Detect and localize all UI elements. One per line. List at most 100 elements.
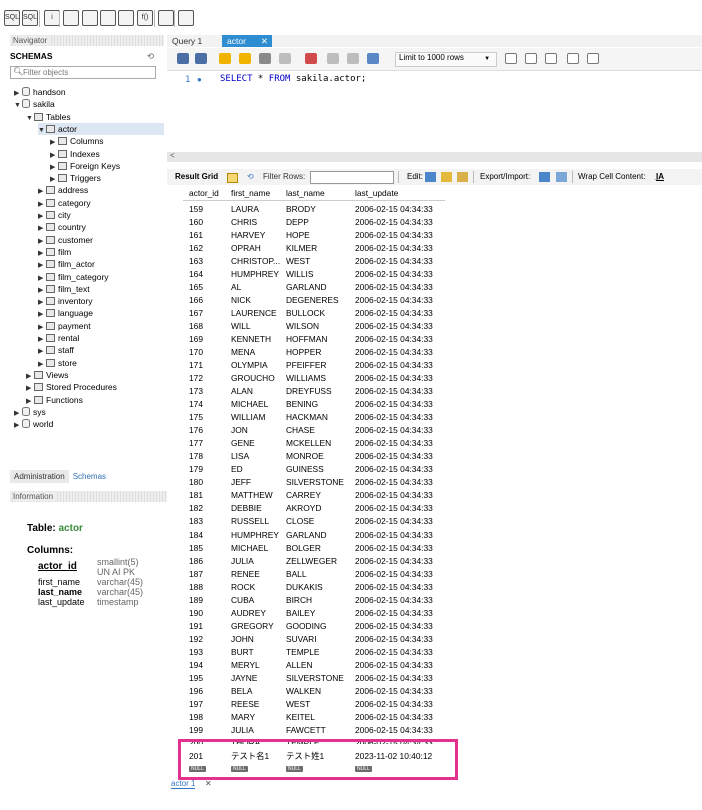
grid-cell[interactable]: 2006-02-15 04:34:33 bbox=[355, 555, 445, 568]
table-row[interactable]: 167 LAURENCE BULLOCK 2006-02-15 04:34:33 bbox=[183, 307, 445, 320]
table-row[interactable]: 193 BURT TEMPLE 2006-02-15 04:34:33 bbox=[183, 646, 445, 659]
grid-cell[interactable]: CARREY bbox=[286, 489, 352, 502]
grid-cell[interactable]: 2006-02-15 04:34:33 bbox=[355, 476, 445, 489]
grid-cell[interactable]: 183 bbox=[189, 515, 229, 528]
new-sql-tab-icon[interactable]: SQL bbox=[4, 10, 20, 26]
grid-cell[interactable]: 166 bbox=[189, 294, 229, 307]
grid-cell[interactable]: OLYMPIA bbox=[231, 359, 283, 372]
table-row[interactable]: 196 BELA WALKEN 2006-02-15 04:34:33 bbox=[183, 685, 445, 698]
grid-cell[interactable]: 193 bbox=[189, 646, 229, 659]
sql-editor[interactable]: 1 ● SELECT * FROM sakila.actor; bbox=[167, 71, 702, 154]
grid-cell[interactable]: 169 bbox=[189, 333, 229, 346]
table-row[interactable]: 195 JAYNE SILVERSTONE 2006-02-15 04:34:33 bbox=[183, 672, 445, 685]
tree-item-actor[interactable]: ▼ actor bbox=[38, 122, 164, 137]
table-row[interactable]: 163 CHRISTOP... WEST 2006-02-15 04:34:33 bbox=[183, 255, 445, 268]
grid-cell[interactable]: 2006-02-15 04:34:33 bbox=[355, 307, 445, 320]
reconnect-icon[interactable] bbox=[178, 10, 194, 26]
table-row[interactable]: 174 MICHAEL BENING 2006-02-15 04:34:33 bbox=[183, 398, 445, 411]
tab-query-1[interactable]: Query 1 bbox=[167, 35, 208, 47]
grid-cell[interactable]: 2006-02-15 04:34:33 bbox=[355, 568, 445, 581]
grid-cell[interactable]: 2006-02-15 04:34:33 bbox=[355, 372, 445, 385]
grid-cell[interactable]: 2006-02-15 04:34:33 bbox=[355, 333, 445, 346]
table-row[interactable]: 176 JON CHASE 2006-02-15 04:34:33 bbox=[183, 424, 445, 437]
wrap-icon[interactable] bbox=[587, 53, 599, 64]
grid-cell[interactable]: CUBA bbox=[231, 594, 283, 607]
table-row[interactable]: 189 CUBA BIRCH 2006-02-15 04:34:33 bbox=[183, 594, 445, 607]
create-function-icon[interactable]: f() bbox=[137, 10, 153, 26]
grid-cell[interactable]: CHRIS bbox=[231, 216, 283, 229]
info-icon[interactable]: i bbox=[44, 10, 60, 26]
grid-cell[interactable]: 2006-02-15 04:34:33 bbox=[355, 502, 445, 515]
tree-item-foreign-keys[interactable]: ▶ Foreign Keys bbox=[50, 160, 120, 172]
grid-cell[interactable]: BENING bbox=[286, 398, 352, 411]
table-row[interactable]: 186 JULIA ZELLWEGER 2006-02-15 04:34:33 bbox=[183, 555, 445, 568]
grid-cell[interactable]: WALKEN bbox=[286, 685, 352, 698]
column-header-last-name[interactable]: last_name bbox=[286, 187, 352, 200]
grid-cell[interactable]: BAILEY bbox=[286, 607, 352, 620]
grid-cell[interactable]: 2006-02-15 04:34:33 bbox=[355, 281, 445, 294]
grid-cell[interactable]: 196 bbox=[189, 685, 229, 698]
grid-cell[interactable]: 174 bbox=[189, 398, 229, 411]
grid-cell[interactable]: 2006-02-15 04:34:33 bbox=[355, 385, 445, 398]
grid-cell[interactable]: MARY bbox=[231, 711, 283, 724]
grid-cell[interactable]: 164 bbox=[189, 268, 229, 281]
grid-icon[interactable] bbox=[227, 173, 238, 183]
tree-item-film[interactable]: ▶ film bbox=[38, 246, 71, 258]
grid-cell[interactable]: WEST bbox=[286, 698, 352, 711]
toggle-output-icon[interactable] bbox=[305, 53, 317, 64]
grid-cell[interactable]: 2006-02-15 04:34:33 bbox=[355, 203, 445, 216]
table-row[interactable]: 198 MARY KEITEL 2006-02-15 04:34:33 bbox=[183, 711, 445, 724]
grid-cell[interactable]: 181 bbox=[189, 489, 229, 502]
grid-cell[interactable]: 2006-02-15 04:34:33 bbox=[355, 294, 445, 307]
grid-cell[interactable]: MCKELLEN bbox=[286, 437, 352, 450]
delete-row-icon[interactable] bbox=[457, 172, 468, 182]
grid-cell[interactable]: ROCK bbox=[231, 581, 283, 594]
grid-cell[interactable]: 2006-02-15 04:34:33 bbox=[355, 659, 445, 672]
grid-cell[interactable]: TEMPLE bbox=[286, 646, 352, 659]
grid-cell[interactable]: 160 bbox=[189, 216, 229, 229]
column-header-actor-id[interactable]: actor_id bbox=[189, 187, 229, 200]
beautify-icon[interactable] bbox=[525, 53, 537, 64]
tree-item-views[interactable]: ▶ Views bbox=[26, 369, 69, 381]
grid-cell[interactable]: KENNETH bbox=[231, 333, 283, 346]
grid-cell[interactable]: 2006-02-15 04:34:33 bbox=[355, 450, 445, 463]
tree-item-store[interactable]: ▶ store bbox=[38, 357, 77, 369]
grid-cell[interactable]: WILLIAMS bbox=[286, 372, 352, 385]
grid-cell[interactable]: DREYFUSS bbox=[286, 385, 352, 398]
tree-item-country[interactable]: ▶ country bbox=[38, 221, 86, 233]
grid-cell[interactable]: AKROYD bbox=[286, 502, 352, 515]
tree-item-sakila[interactable]: ▼ sakila bbox=[14, 98, 55, 110]
grid-cell[interactable]: 2006-02-15 04:34:33 bbox=[355, 594, 445, 607]
tree-item-sys[interactable]: ▶ sys bbox=[14, 406, 46, 418]
table-row[interactable]: 168 WILL WILSON 2006-02-15 04:34:33 bbox=[183, 320, 445, 333]
grid-cell[interactable]: HOPPER bbox=[286, 346, 352, 359]
autocommit-icon[interactable] bbox=[367, 53, 379, 64]
limit-rows-select[interactable]: Limit to 1000 rows ▼ bbox=[399, 53, 490, 62]
grid-cell[interactable]: JEFF bbox=[231, 476, 283, 489]
grid-cell[interactable]: WILLIS bbox=[286, 268, 352, 281]
grid-cell[interactable]: 2006-02-15 04:34:33 bbox=[355, 216, 445, 229]
table-row[interactable]: 190 AUDREY BAILEY 2006-02-15 04:34:33 bbox=[183, 607, 445, 620]
grid-cell[interactable]: 2006-02-15 04:34:33 bbox=[355, 242, 445, 255]
grid-cell[interactable]: 2006-02-15 04:34:33 bbox=[355, 620, 445, 633]
grid-cell[interactable]: 163 bbox=[189, 255, 229, 268]
explain-icon[interactable] bbox=[259, 53, 271, 64]
expanded-arrow-icon[interactable]: ▼ bbox=[38, 125, 46, 137]
grid-cell[interactable]: KEITEL bbox=[286, 711, 352, 724]
close-icon[interactable]: ✕ bbox=[205, 779, 212, 788]
close-icon[interactable]: ✕ bbox=[261, 35, 268, 47]
grid-cell[interactable]: 162 bbox=[189, 242, 229, 255]
tree-item-functions[interactable]: ▶ Functions bbox=[26, 394, 83, 406]
grid-cell[interactable]: 173 bbox=[189, 385, 229, 398]
grid-cell[interactable]: MENA bbox=[231, 346, 283, 359]
grid-cell[interactable]: 2006-02-15 04:34:33 bbox=[355, 529, 445, 542]
tree-item-columns[interactable]: ▶ Columns bbox=[50, 135, 104, 147]
grid-cell[interactable]: 194 bbox=[189, 659, 229, 672]
tree-item-rental[interactable]: ▶ rental bbox=[38, 332, 79, 344]
grid-cell[interactable]: LAURENCE bbox=[231, 307, 283, 320]
grid-cell[interactable]: MERYL bbox=[231, 659, 283, 672]
find-icon[interactable] bbox=[545, 53, 557, 64]
grid-cell[interactable]: JON bbox=[231, 424, 283, 437]
grid-cell[interactable]: 2006-02-15 04:34:33 bbox=[355, 437, 445, 450]
grid-cell[interactable]: WILL bbox=[231, 320, 283, 333]
